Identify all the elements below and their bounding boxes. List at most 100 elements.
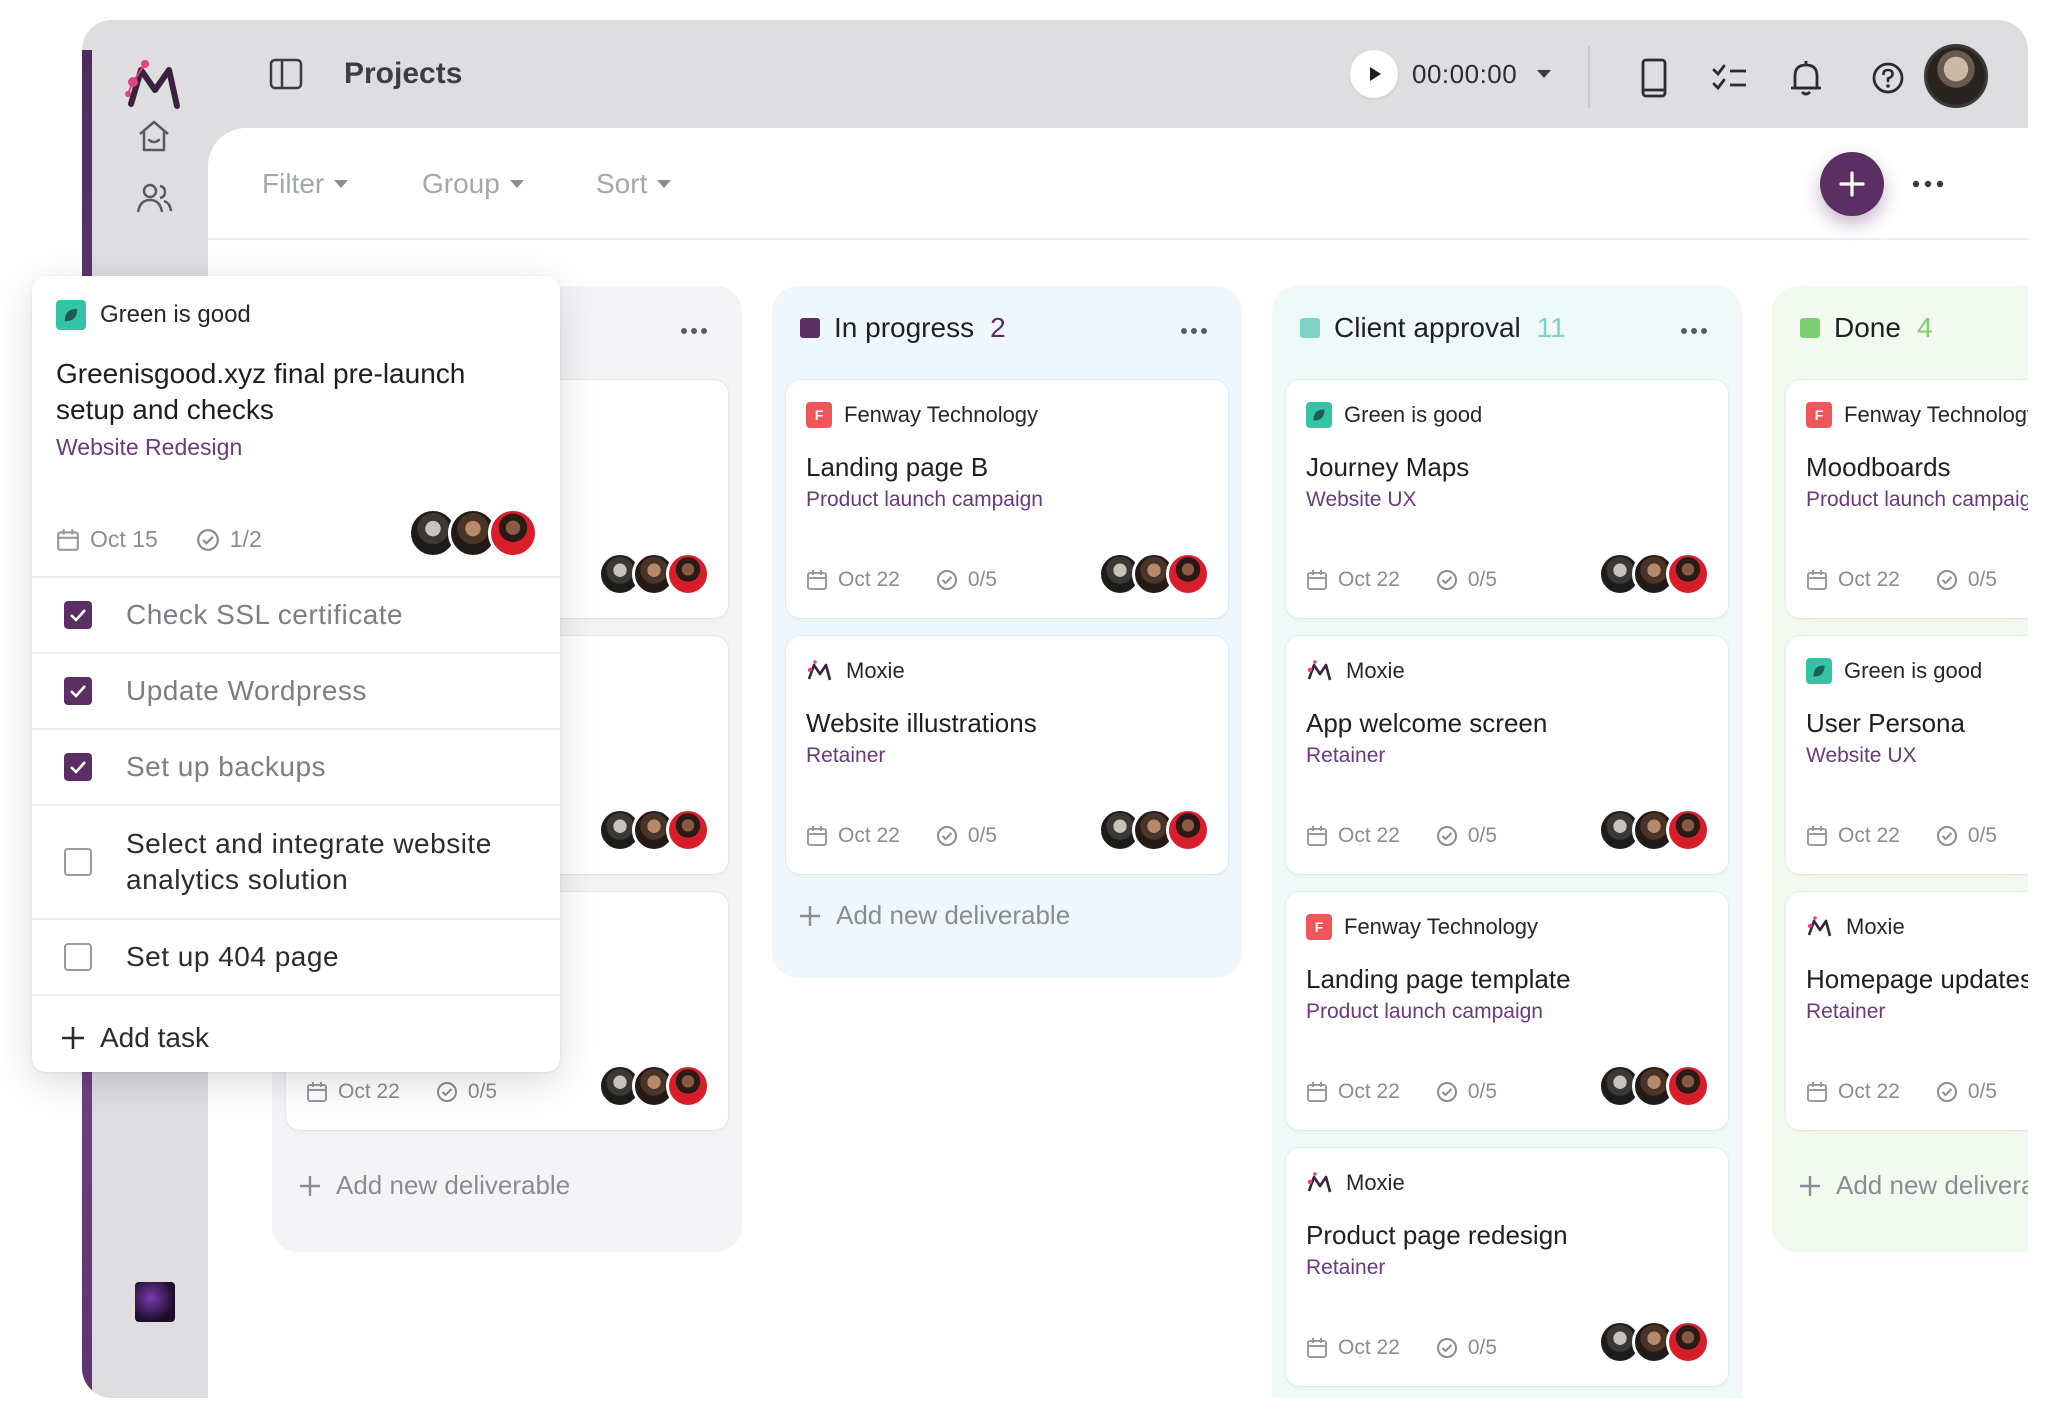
calendar-icon <box>307 1082 327 1102</box>
check-circle-icon <box>436 1082 457 1102</box>
filter-button[interactable]: Filter <box>262 168 349 200</box>
deliverable-card[interactable]: Moxie Product page redesign Retainer Oct… <box>1286 1148 1728 1386</box>
task-count: 0/5 <box>1967 1080 1998 1103</box>
users-icon[interactable] <box>130 174 178 222</box>
plus-icon <box>1800 1175 1820 1196</box>
column-more-button[interactable] <box>1174 316 1214 346</box>
help-icon[interactable] <box>1864 54 1912 102</box>
avatar <box>1666 1064 1710 1108</box>
home-icon[interactable] <box>130 112 178 160</box>
deliverable-card[interactable]: F Fenway Technology Moodboards Product l… <box>1786 380 2028 618</box>
leaf-icon <box>56 300 86 330</box>
avatar <box>666 552 710 596</box>
calendar-icon <box>807 826 827 846</box>
checklist-item[interactable]: Update Wordpress <box>32 652 560 728</box>
column-more-button[interactable] <box>674 316 714 346</box>
deliverable-card[interactable]: F Fenway Technology Landing page templat… <box>1286 892 1728 1130</box>
card-meta: Oct 22 0/5 <box>1806 568 1997 592</box>
card-title: User Persona <box>1806 708 1965 738</box>
client-name: Moxie <box>846 658 905 683</box>
fenway-logo-icon: F <box>806 402 832 428</box>
column-count: 4 <box>1916 312 1933 343</box>
card-project[interactable]: Product launch campaign <box>806 488 1043 512</box>
deliverable-card[interactable]: Green is good User Persona Website UX Oc… <box>1786 636 2028 874</box>
checkbox[interactable] <box>64 848 92 876</box>
add-deliverable-button[interactable]: Add new deliverable <box>298 1170 570 1201</box>
avatar <box>488 508 538 558</box>
card-project[interactable]: Retainer <box>1306 1256 1385 1280</box>
deliverable-card[interactable]: F Fenway Technology Landing page B Produ… <box>786 380 1228 618</box>
checklist-item[interactable]: Set up 404 page <box>32 918 560 994</box>
avatar <box>666 1064 710 1108</box>
checklist-item[interactable]: Set up backups <box>32 728 560 804</box>
deliverable-card[interactable]: Moxie Website illustrations Retainer Oct… <box>786 636 1228 874</box>
client-row: Moxie <box>806 658 905 684</box>
card-project[interactable]: Website UX <box>1806 744 1917 768</box>
add-task-button[interactable]: Add task <box>60 1022 209 1054</box>
checklist-item[interactable]: Check SSL certificate <box>32 576 560 652</box>
leaf-icon <box>1306 402 1332 428</box>
column-header: Client approval 11 <box>1300 312 1566 344</box>
deliverable-title[interactable]: Greenisgood.xyz final pre-launch setup a… <box>56 356 476 428</box>
card-project[interactable]: Retainer <box>1306 744 1385 768</box>
sidebar-toggle-icon[interactable] <box>266 54 306 94</box>
checklist-label: Update Wordpress <box>126 675 367 706</box>
client-row: F Fenway Technology <box>1306 914 1538 940</box>
add-button[interactable] <box>1820 152 1884 216</box>
due-date: Oct 22 <box>1338 824 1400 847</box>
filter-label: Filter <box>262 168 325 199</box>
group-button[interactable]: Group <box>422 168 524 200</box>
client-row: Green is good <box>1306 402 1482 428</box>
checklist-item[interactable]: Select and integrate website analytics s… <box>32 804 560 918</box>
sort-button[interactable]: Sort <box>596 168 672 200</box>
assignee-avatars <box>598 808 710 852</box>
add-deliverable-button[interactable]: Add new deliverable <box>798 900 1070 931</box>
checkbox[interactable] <box>64 677 92 705</box>
mobile-icon[interactable] <box>1630 54 1678 102</box>
check-circle-icon <box>196 528 219 551</box>
workspace-thumbnail[interactable] <box>135 1282 175 1322</box>
more-options-button[interactable] <box>1908 164 1948 204</box>
group-label: Group <box>422 168 500 199</box>
checkbox[interactable] <box>64 601 92 629</box>
client-name: Green is good <box>1344 402 1483 427</box>
column-in-progress: In progress 2 F Fenway Technology Landin… <box>772 286 1242 978</box>
checkbox[interactable] <box>64 753 92 781</box>
checklist-icon[interactable] <box>1706 54 1754 102</box>
add-deliverable-button[interactable]: Add new deliverable <box>1798 1170 2028 1201</box>
play-button[interactable] <box>1350 50 1398 98</box>
check-circle-icon <box>1436 1082 1457 1102</box>
timer[interactable]: 00:00:00 <box>1350 46 1552 102</box>
card-title: App welcome screen <box>1306 708 1548 738</box>
column-header: Done 4 <box>1800 312 1933 344</box>
task-count: 0/5 <box>1467 568 1498 591</box>
task-count: 0/5 <box>1467 824 1498 847</box>
assignee-avatars[interactable] <box>408 508 538 558</box>
card-title: Landing page template <box>1306 964 1571 994</box>
bell-icon[interactable] <box>1782 54 1830 102</box>
deliverable-card[interactable]: Green is good Journey Maps Website UX Oc… <box>1286 380 1728 618</box>
card-project[interactable]: Website UX <box>1306 488 1417 512</box>
card-project[interactable]: Retainer <box>1806 1000 1885 1024</box>
moxie-logo-icon[interactable] <box>123 54 187 118</box>
add-deliverable-label: Add new deliverable <box>836 900 1071 930</box>
checkbox[interactable] <box>64 943 92 971</box>
user-avatar[interactable] <box>1924 44 1988 108</box>
calendar-icon <box>1307 1082 1327 1102</box>
client-name: Fenway Technology <box>844 402 1039 427</box>
card-project[interactable]: Product launch campaign <box>1806 488 2028 512</box>
column-count: 11 <box>1536 312 1566 343</box>
status-swatch <box>1300 318 1320 338</box>
chevron-down-icon[interactable] <box>1537 70 1552 78</box>
card-project[interactable]: Product launch campaign <box>1306 1000 1543 1024</box>
deliverable-card[interactable]: Moxie Homepage updates Retainer Oct 22 0… <box>1786 892 2028 1130</box>
due-date[interactable]: Oct 15 <box>90 526 158 553</box>
column-more-button[interactable] <box>1674 316 1714 346</box>
deliverable-popover[interactable]: Green is good Greenisgood.xyz final pre-… <box>32 276 560 1072</box>
card-project[interactable]: Retainer <box>806 744 885 768</box>
deliverable-card[interactable]: Moxie App welcome screen Retainer Oct 22… <box>1286 636 1728 874</box>
card-meta: Oct 22 0/5 <box>806 824 997 848</box>
card-meta: Oct 22 0/5 <box>1306 824 1497 848</box>
deliverable-project[interactable]: Website Redesign <box>56 434 242 461</box>
avatar <box>1666 808 1710 852</box>
